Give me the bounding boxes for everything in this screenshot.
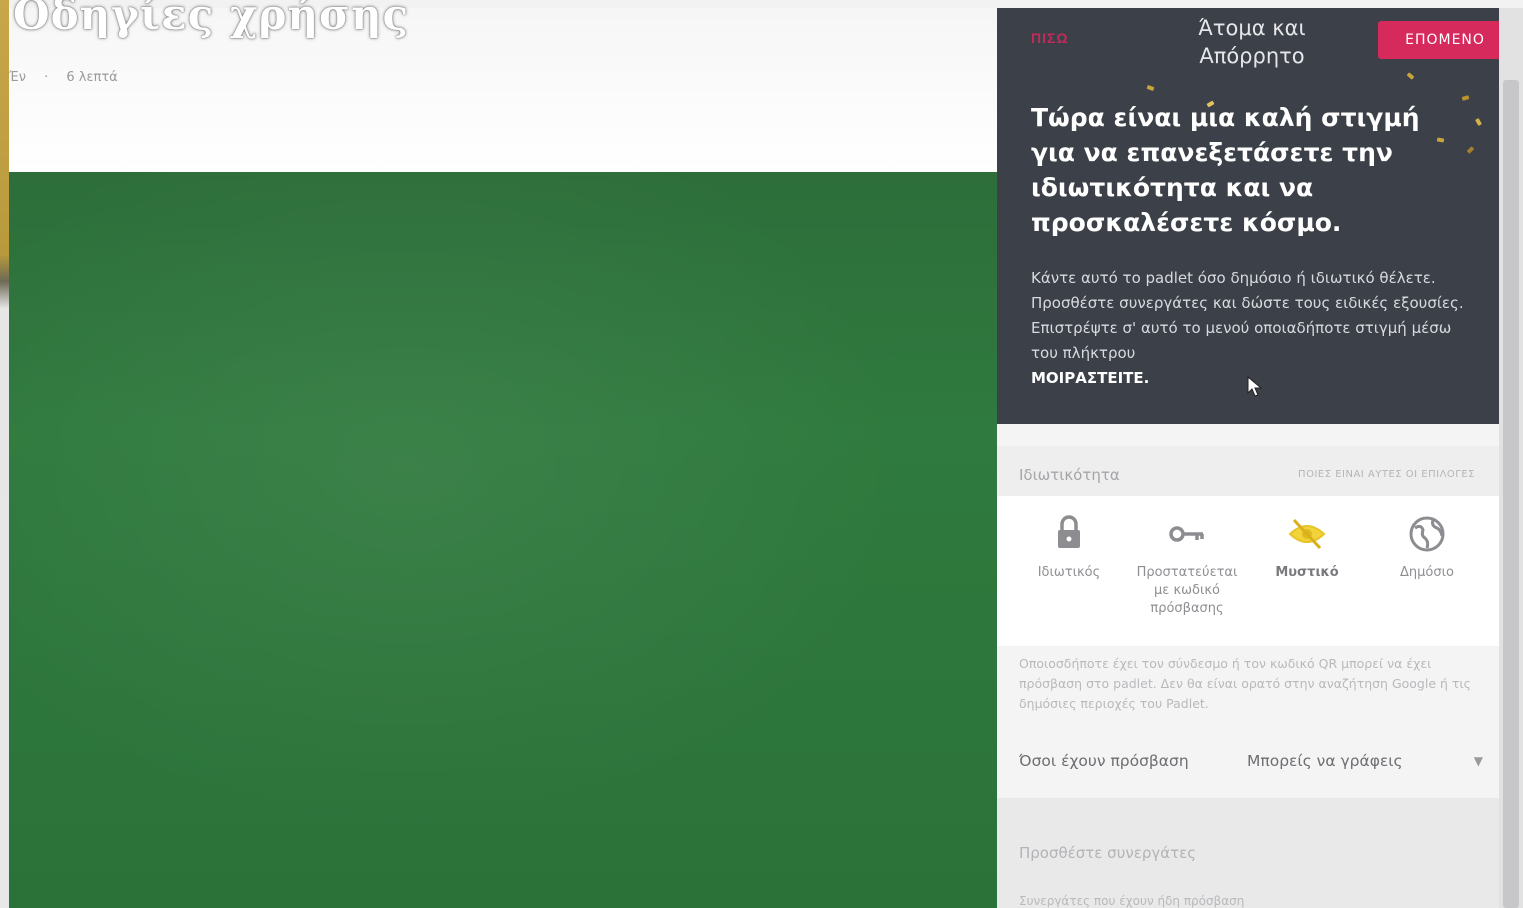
page-title: Οδηγίες χρήσης <box>13 0 410 39</box>
description: Κάντε αυτό το padlet όσο δημόσιο ή ιδιωτ… <box>1031 266 1471 391</box>
chevron-down-icon: ▼ <box>1473 754 1483 768</box>
share-panel: ΠΙΣΩ Άτομα και Απόρρητο ΕΠΟΜΕΝΟ Τώρα είν… <box>997 8 1523 908</box>
confetti-decoration <box>1475 117 1482 127</box>
padlet-board[interactable] <box>9 172 999 908</box>
collaborators-subtitle: Συνεργάτες που έχουν ήδη πρόσβαση <box>1019 894 1245 908</box>
video-frame-edge <box>0 0 9 908</box>
access-label: Όσοι έχουν πρόσβαση <box>1019 752 1189 770</box>
prev-button[interactable]: ΠΙΣΩ <box>1031 30 1069 46</box>
collaborators-section: Προσθέστε συνεργάτες Συνεργάτες που έχου… <box>997 798 1499 908</box>
panel-title: Άτομα και Απόρρητο <box>1198 16 1306 68</box>
access-permission-select[interactable]: Μπορείς να γράφεις ▼ <box>1247 744 1483 778</box>
confetti-decoration <box>1146 84 1155 92</box>
privacy-label: Ιδιωτικότητα <box>1019 466 1120 484</box>
key-icon <box>1169 526 1204 542</box>
add-collaborators-input[interactable]: Προσθέστε συνεργάτες <box>1019 844 1196 862</box>
headline: Τώρα είναι μια καλή στιγμή για να επανεξ… <box>1031 103 1420 237</box>
privacy-option-password[interactable]: Προστατεύεται με κωδικό πρόσβασης <box>1127 510 1247 618</box>
confetti-decoration <box>1406 72 1415 80</box>
privacy-help-text: Οποιοσδήποτε έχει τον σύνδεσμο ή τον κωδ… <box>1019 656 1471 711</box>
lock-icon <box>1058 515 1080 548</box>
confetti-decoration <box>1461 95 1470 101</box>
privacy-options: Ιδιωτικός Προστατεύεται με κωδικό πρόσβα… <box>997 496 1499 646</box>
description-text: Κάντε αυτό το padlet όσο δημόσιο ή ιδιωτ… <box>1031 269 1464 362</box>
hidden-eye-icon <box>1288 518 1326 550</box>
confetti-decoration <box>1466 146 1475 154</box>
next-button[interactable]: ΕΠΟΜΕΝΟ <box>1378 21 1512 59</box>
breadcrumb: Έν · 6 λεπτά <box>9 70 132 85</box>
option-label: Δημόσιο <box>1400 565 1454 580</box>
privacy-option-public[interactable]: Δημόσιο <box>1367 510 1487 582</box>
breadcrumb-item: 6 λεπτά <box>66 70 118 85</box>
access-select-value: Μπορείς να γράφεις <box>1247 752 1403 770</box>
scrollbar-thumb[interactable] <box>1503 80 1519 908</box>
privacy-options-help-link[interactable]: ΠΟΙΕΣ ΕΙΝΑΙ ΑΥΤΕΣ ΟΙ ΕΠΙΛΟΓΕΣ <box>1298 469 1475 480</box>
breadcrumb-item[interactable]: Έν <box>9 70 26 85</box>
privacy-section-header: Ιδιωτικότητα ΠΟΙΕΣ ΕΙΝΑΙ ΑΥΤΕΣ ΟΙ ΕΠΙΛΟΓ… <box>997 446 1499 496</box>
onboarding-banner: ΠΙΣΩ Άτομα και Απόρρητο ΕΠΟΜΕΝΟ Τώρα είν… <box>997 8 1512 424</box>
access-row: Όσοι έχουν πρόσβαση Μπορείς να γράφεις ▼ <box>997 732 1499 788</box>
privacy-option-private[interactable]: Ιδιωτικός <box>1009 510 1129 582</box>
option-label: Ιδιωτικός <box>1037 565 1101 580</box>
panel-scrollbar[interactable] <box>1499 8 1523 908</box>
page-header: Οδηγίες χρήσης Έν · 6 λεπτά <box>9 0 999 172</box>
globe-icon <box>1409 516 1445 552</box>
option-label: Προστατεύεται με κωδικό πρόσβασης <box>1136 565 1238 616</box>
breadcrumb-separator: · <box>44 70 49 85</box>
mouse-cursor-icon <box>1247 376 1263 397</box>
privacy-option-secret[interactable]: Μυστικό <box>1247 510 1367 582</box>
option-label: Μυστικό <box>1275 565 1339 580</box>
